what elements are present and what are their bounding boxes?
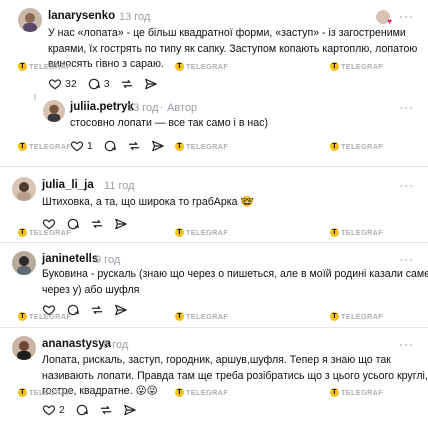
comment-actions xyxy=(42,216,138,232)
send-icon xyxy=(144,78,157,90)
repost-button[interactable] xyxy=(120,77,134,91)
repost-button[interactable] xyxy=(90,303,104,317)
more-options-button[interactable]: ··· xyxy=(399,178,414,192)
username[interactable]: julia_li_ja xyxy=(42,179,94,191)
repost-button[interactable] xyxy=(90,217,104,231)
watermark: T TELEGRAF xyxy=(330,228,383,237)
comment-actions: 2 xyxy=(42,402,147,418)
watermark: T TELEGRAF xyxy=(18,388,71,397)
reply-button[interactable] xyxy=(103,139,117,153)
like-button[interactable]: 2 xyxy=(42,403,65,417)
watermark: T TELEGRAF xyxy=(175,142,228,151)
comment-actions: 32 3 xyxy=(48,76,168,92)
more-options-button[interactable]: ··· xyxy=(399,100,414,114)
send-icon xyxy=(115,304,127,316)
comment-line: Штиховка, а та, що широка то грабАрка 🤓 xyxy=(42,196,254,208)
avatar[interactable] xyxy=(43,100,65,122)
username[interactable]: lanarysenko xyxy=(48,10,115,22)
repost-icon xyxy=(91,219,103,229)
comment-actions: 1 xyxy=(70,138,175,154)
watermark: T TELEGRAF xyxy=(175,388,228,397)
heart-icon xyxy=(42,405,56,416)
comment-line: Лопата, рискаль, заступ, городник, аршув… xyxy=(42,354,391,366)
comment-text: стосовно лопати — все так само і в нас) xyxy=(70,116,268,132)
comment-line: У нас «лопата» - це більш квадратної фор… xyxy=(48,27,406,39)
watermark: T TELEGRAF xyxy=(18,142,71,151)
avatar[interactable] xyxy=(18,8,42,32)
liked-by-author-badge: ♥ xyxy=(376,10,392,26)
username[interactable]: ananastysya xyxy=(42,338,111,350)
like-count: 1 xyxy=(87,140,93,152)
author-separator: · xyxy=(160,102,164,114)
more-options-button[interactable]: ··· xyxy=(399,252,414,266)
share-button[interactable] xyxy=(144,77,158,91)
avatar[interactable] xyxy=(12,336,36,360)
watermark: T TELEGRAF xyxy=(175,62,228,71)
timestamp: 8 год xyxy=(103,339,129,351)
like-button[interactable] xyxy=(42,217,56,231)
repost-button[interactable] xyxy=(99,403,113,417)
comment-text: Штиховка, а та, що широка то грабАрка 🤓 xyxy=(42,195,254,211)
watermark: T TELEGRAF xyxy=(18,312,71,321)
comment-divider xyxy=(0,242,428,243)
reply-button[interactable]: 3 xyxy=(87,77,110,91)
heart-icon xyxy=(70,141,84,152)
share-button[interactable] xyxy=(114,217,128,231)
timestamp: 11 год xyxy=(104,180,135,192)
repost-icon xyxy=(100,405,112,415)
timestamp: 13 год xyxy=(127,102,159,114)
watermark: T TELEGRAF xyxy=(330,62,383,71)
more-options-button[interactable]: ··· xyxy=(399,337,414,351)
comment-bubble-icon xyxy=(67,218,79,230)
share-button[interactable] xyxy=(123,403,137,417)
comment-line: через у) або шуфля xyxy=(42,283,140,296)
repost-button[interactable] xyxy=(127,139,141,153)
timestamp: 13 год xyxy=(119,11,151,23)
comment-line: краями, їх гострять по типу як сапку. За… xyxy=(48,42,418,55)
avatar[interactable] xyxy=(12,251,36,275)
comment-text: Буковина - рускаль (знаю що через о пише… xyxy=(42,267,428,298)
repost-icon xyxy=(91,305,103,315)
watermark: T TELEGRAF xyxy=(18,62,71,71)
send-icon xyxy=(152,140,164,152)
reply-button[interactable] xyxy=(66,217,80,231)
share-button[interactable] xyxy=(151,139,165,153)
send-icon xyxy=(115,218,127,230)
like-button[interactable]: 1 xyxy=(70,139,93,153)
heart-icon xyxy=(48,79,62,90)
reply-thread-line xyxy=(34,94,36,100)
repost-icon xyxy=(128,141,140,151)
comment-line: називають лопати. Правда там ще треба ро… xyxy=(42,369,428,382)
heart-icon xyxy=(42,219,56,230)
watermark: T TELEGRAF xyxy=(175,312,228,321)
watermark: T TELEGRAF xyxy=(175,228,228,237)
repost-icon xyxy=(121,79,132,89)
like-button[interactable]: 32 xyxy=(48,77,77,91)
comment-line: Буковина - рускаль (знаю що через о пише… xyxy=(42,268,428,280)
more-options-button[interactable]: ··· xyxy=(399,9,414,23)
comment-bubble-icon xyxy=(104,140,116,152)
comment-line: стосовно лопати — все так само і в нас) xyxy=(70,117,268,129)
share-button[interactable] xyxy=(114,303,128,317)
comment-bubble-icon xyxy=(88,78,100,90)
heart-icon: ♥ xyxy=(387,17,392,26)
author-badge: Автор xyxy=(167,102,198,114)
username[interactable]: juliia.petryk xyxy=(70,101,134,113)
watermark: T TELEGRAF xyxy=(330,142,383,151)
timestamp: 9 год xyxy=(95,254,121,266)
avatar[interactable] xyxy=(12,177,36,201)
like-count: 32 xyxy=(65,78,77,90)
comment-divider xyxy=(0,166,428,167)
reply-button[interactable] xyxy=(75,403,89,417)
comment-divider xyxy=(0,327,428,328)
watermark: T TELEGRAF xyxy=(330,388,383,397)
send-icon xyxy=(124,404,136,416)
reply-count: 3 xyxy=(103,78,110,90)
username[interactable]: janinetells xyxy=(42,253,98,265)
like-count: 2 xyxy=(59,404,65,416)
comment-bubble-icon xyxy=(76,404,88,416)
watermark: T TELEGRAF xyxy=(330,312,383,321)
